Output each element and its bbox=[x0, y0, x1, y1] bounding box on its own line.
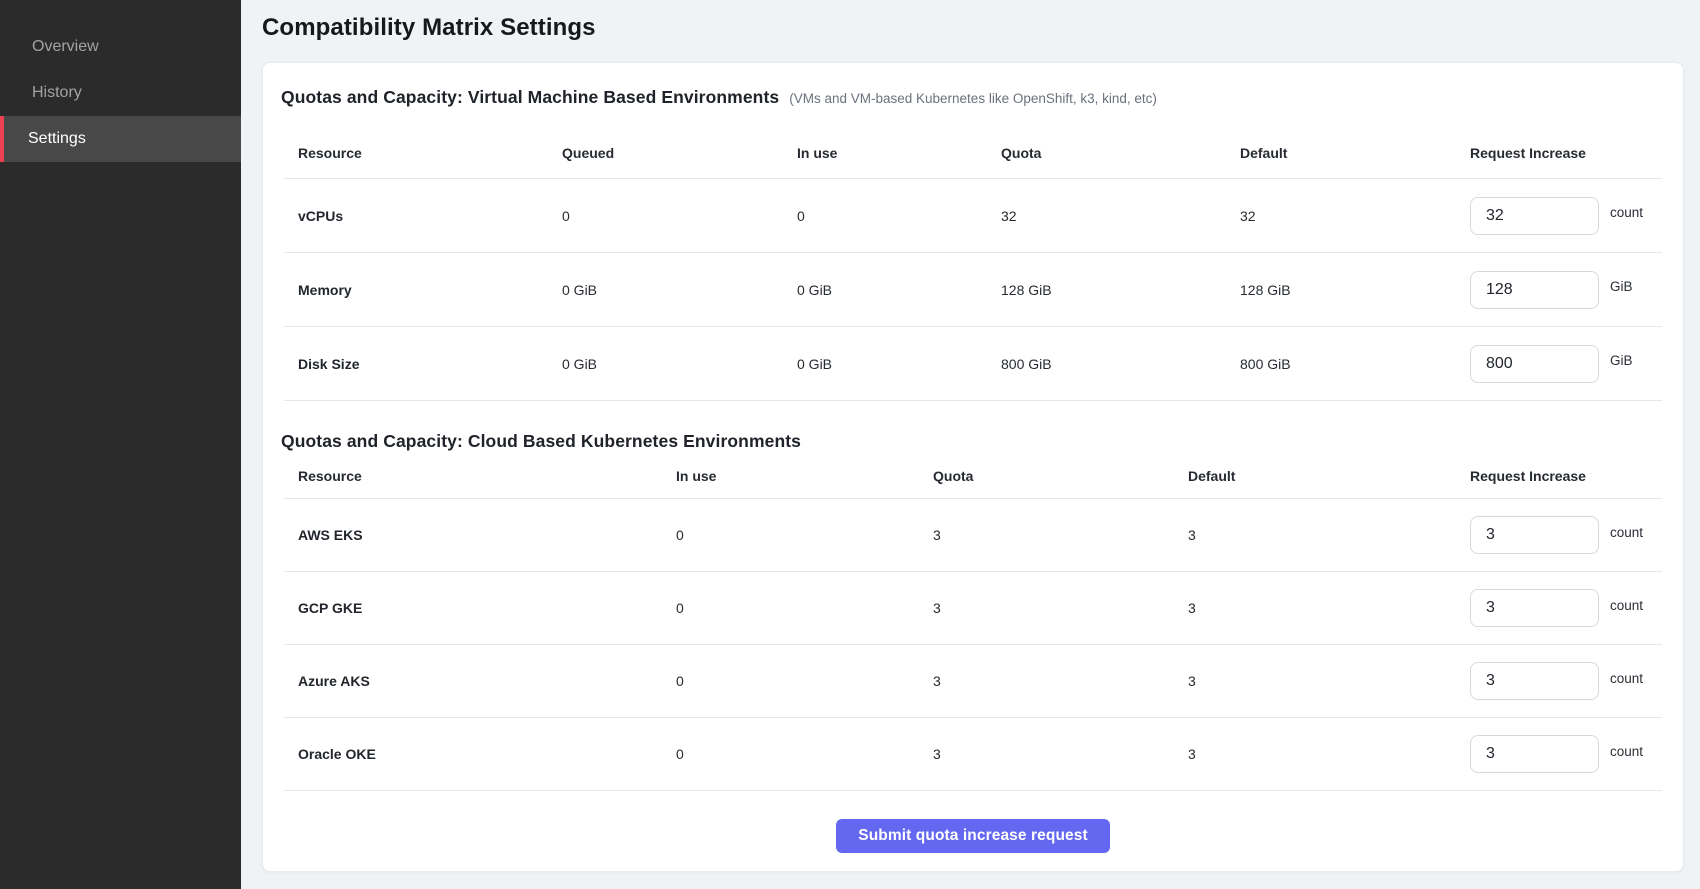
quota-value: 0 GiB bbox=[797, 356, 1001, 372]
quota-value: 3 bbox=[1188, 600, 1470, 616]
resource-name: AWS EKS bbox=[284, 527, 676, 543]
cloud-quota-section: Quotas and Capacity: Cloud Based Kuberne… bbox=[281, 429, 1665, 791]
table-header-row: ResourceQueuedIn useQuotaDefaultRequest … bbox=[284, 127, 1662, 179]
quota-value: 0 bbox=[676, 746, 933, 762]
column-header: Default bbox=[1188, 468, 1470, 484]
section-title: Quotas and Capacity: Cloud Based Kuberne… bbox=[281, 429, 801, 453]
table-row: GCP GKE033count bbox=[284, 572, 1662, 645]
unit-label: count bbox=[1610, 205, 1643, 220]
table-row: AWS EKS033count bbox=[284, 499, 1662, 572]
table-row: Oracle OKE033count bbox=[284, 718, 1662, 791]
quota-value: 0 bbox=[676, 673, 933, 689]
quota-value: 0 GiB bbox=[797, 282, 1001, 298]
quota-value: 32 bbox=[1001, 208, 1240, 224]
page-title: Compatibility Matrix Settings bbox=[262, 15, 1684, 41]
quota-value: 32 bbox=[1240, 208, 1470, 224]
quota-request-input[interactable] bbox=[1470, 516, 1599, 554]
quota-value: 0 GiB bbox=[562, 356, 797, 372]
request-increase-cell: GiB bbox=[1470, 271, 1662, 309]
quota-request-input[interactable] bbox=[1470, 662, 1599, 700]
main-content: Compatibility Matrix Settings Quotas and… bbox=[241, 0, 1700, 889]
resource-name: Memory bbox=[284, 282, 562, 298]
vm-quota-section: Quotas and Capacity: Virtual Machine Bas… bbox=[281, 85, 1665, 401]
unit-label: count bbox=[1610, 525, 1643, 540]
cloud-section-header: Quotas and Capacity: Cloud Based Kuberne… bbox=[281, 429, 1665, 453]
unit-label: count bbox=[1610, 671, 1643, 686]
quota-value: 800 GiB bbox=[1240, 356, 1470, 372]
table-row: vCPUs003232count bbox=[284, 179, 1662, 253]
column-header: Quota bbox=[1001, 145, 1240, 161]
sidebar: Overview History Settings bbox=[0, 0, 241, 889]
quota-value: 0 bbox=[797, 208, 1001, 224]
cloud-quota-table: ResourceIn useQuotaDefaultRequest Increa… bbox=[284, 453, 1662, 791]
table-row: Memory0 GiB0 GiB128 GiB128 GiBGiB bbox=[284, 253, 1662, 327]
sidebar-item-settings[interactable]: Settings bbox=[0, 116, 241, 162]
quota-value: 128 GiB bbox=[1240, 282, 1470, 298]
sidebar-item-label: History bbox=[32, 84, 82, 102]
quota-settings-card: Quotas and Capacity: Virtual Machine Bas… bbox=[262, 62, 1684, 872]
unit-label: count bbox=[1610, 598, 1643, 613]
column-header: Quota bbox=[933, 468, 1188, 484]
resource-name: Oracle OKE bbox=[284, 746, 676, 762]
column-header: In use bbox=[797, 145, 1001, 161]
quota-value: 128 GiB bbox=[1001, 282, 1240, 298]
request-increase-cell: count bbox=[1470, 662, 1662, 700]
sidebar-item-history[interactable]: History bbox=[0, 70, 241, 116]
quota-request-input[interactable] bbox=[1470, 345, 1599, 383]
request-increase-cell: count bbox=[1470, 516, 1662, 554]
resource-name: GCP GKE bbox=[284, 600, 676, 616]
column-header: Resource bbox=[284, 145, 562, 161]
sidebar-item-label: Settings bbox=[28, 130, 86, 148]
sidebar-item-label: Overview bbox=[32, 38, 99, 56]
quota-value: 0 bbox=[676, 600, 933, 616]
quota-value: 3 bbox=[1188, 673, 1470, 689]
quota-value: 3 bbox=[1188, 746, 1470, 762]
quota-value: 3 bbox=[933, 673, 1188, 689]
quota-request-input[interactable] bbox=[1470, 589, 1599, 627]
request-increase-cell: count bbox=[1470, 589, 1662, 627]
submit-quota-increase-button[interactable]: Submit quota increase request bbox=[836, 819, 1109, 853]
resource-name: Azure AKS bbox=[284, 673, 676, 689]
quota-value: 3 bbox=[1188, 527, 1470, 543]
unit-label: GiB bbox=[1610, 353, 1633, 368]
request-increase-cell: GiB bbox=[1470, 345, 1662, 383]
table-row: Disk Size0 GiB0 GiB800 GiB800 GiBGiB bbox=[284, 327, 1662, 401]
quota-request-input[interactable] bbox=[1470, 735, 1599, 773]
column-header: Default bbox=[1240, 145, 1470, 161]
section-subtitle: (VMs and VM-based Kubernetes like OpenSh… bbox=[789, 87, 1157, 111]
table-body: vCPUs003232countMemory0 GiB0 GiB128 GiB1… bbox=[284, 179, 1662, 401]
column-header: Resource bbox=[284, 468, 676, 484]
resource-name: vCPUs bbox=[284, 208, 562, 224]
quota-request-input[interactable] bbox=[1470, 197, 1599, 235]
column-header: Request Increase bbox=[1470, 145, 1662, 161]
quota-value: 3 bbox=[933, 527, 1188, 543]
vm-quota-table: ResourceQueuedIn useQuotaDefaultRequest … bbox=[284, 127, 1662, 401]
column-header: In use bbox=[676, 468, 933, 484]
resource-name: Disk Size bbox=[284, 356, 562, 372]
column-header: Request Increase bbox=[1470, 468, 1662, 484]
sidebar-item-overview[interactable]: Overview bbox=[0, 24, 241, 70]
unit-label: count bbox=[1610, 744, 1643, 759]
card-footer: Submit quota increase request bbox=[281, 819, 1665, 853]
quota-value: 800 GiB bbox=[1001, 356, 1240, 372]
request-increase-cell: count bbox=[1470, 735, 1662, 773]
quota-value: 0 bbox=[676, 527, 933, 543]
table-header-row: ResourceIn useQuotaDefaultRequest Increa… bbox=[284, 453, 1662, 499]
request-increase-cell: count bbox=[1470, 197, 1662, 235]
quota-value: 0 GiB bbox=[562, 282, 797, 298]
column-header: Queued bbox=[562, 145, 797, 161]
quota-value: 3 bbox=[933, 600, 1188, 616]
table-row: Azure AKS033count bbox=[284, 645, 1662, 718]
vm-section-header: Quotas and Capacity: Virtual Machine Bas… bbox=[281, 85, 1665, 111]
section-title: Quotas and Capacity: Virtual Machine Bas… bbox=[281, 85, 779, 109]
table-body: AWS EKS033countGCP GKE033countAzure AKS0… bbox=[284, 499, 1662, 791]
quota-value: 3 bbox=[933, 746, 1188, 762]
quota-value: 0 bbox=[562, 208, 797, 224]
quota-request-input[interactable] bbox=[1470, 271, 1599, 309]
unit-label: GiB bbox=[1610, 279, 1633, 294]
